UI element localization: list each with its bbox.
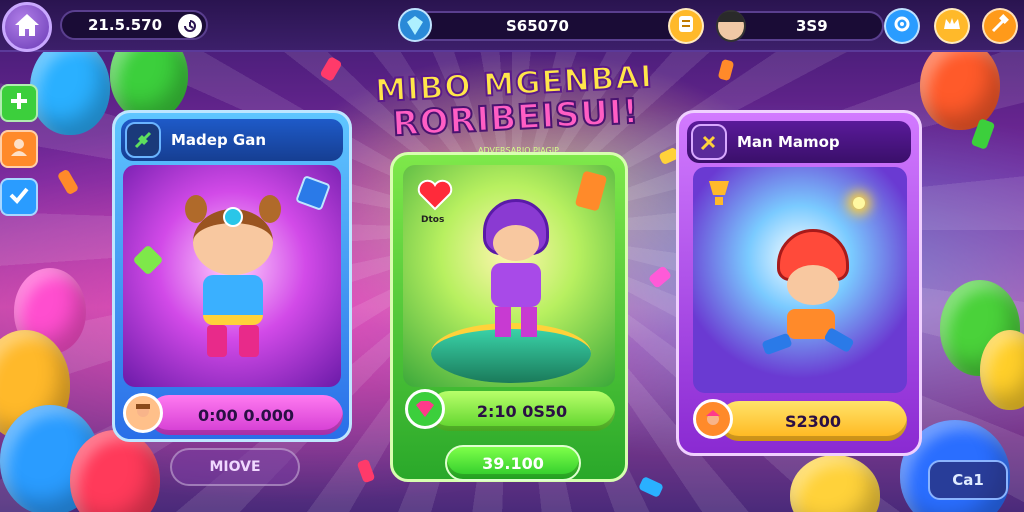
confirm-button[interactable]	[0, 178, 38, 216]
character-card-3[interactable]: Man Mamop S2300	[676, 110, 922, 456]
confetti	[717, 58, 735, 82]
crown-icon	[942, 15, 962, 37]
character-card-1[interactable]: Madep Gan 0:00 0.000	[112, 110, 352, 442]
price-value: 2:10 0S50	[476, 401, 568, 421]
player-counter: 3S9	[722, 11, 884, 41]
check-icon	[8, 185, 30, 209]
gem-icon	[574, 170, 608, 212]
confetti	[647, 265, 673, 289]
heart-icon	[132, 244, 164, 276]
balloon-decoration	[70, 430, 160, 512]
card-art	[123, 165, 341, 387]
add-button[interactable]	[0, 84, 38, 122]
confetti	[638, 476, 664, 498]
coin-button[interactable]	[668, 8, 704, 44]
character-figure	[477, 199, 557, 349]
balloon-decoration	[790, 455, 880, 512]
game-title: MIBO MGENBAI RORIBEISUI!	[368, 58, 661, 146]
avatar	[693, 399, 733, 439]
gem-icon	[295, 175, 331, 211]
confetti	[56, 168, 80, 196]
home-button[interactable]	[2, 2, 52, 52]
cancel-label: Ca1	[952, 471, 984, 489]
buy-button[interactable]: 39.100	[445, 445, 581, 481]
settings-icon	[892, 14, 912, 38]
gems-counter: S65070	[404, 11, 704, 41]
hammer-icon	[691, 124, 727, 160]
confetti	[356, 458, 376, 484]
character-card-2[interactable]: Dtos 2:10 0S50 39.100	[390, 152, 628, 482]
profile-icon	[8, 136, 30, 162]
move-label: MIOVE	[209, 459, 261, 475]
coins-value: 21.5.570	[88, 16, 163, 34]
card-art	[693, 167, 907, 393]
cancel-button[interactable]: Ca1	[928, 460, 1008, 500]
card-art: Dtos	[403, 165, 615, 387]
character-figure	[747, 229, 867, 369]
settings-button[interactable]	[884, 8, 920, 44]
coins-counter: 21.5.570	[60, 10, 208, 40]
crown-button[interactable]	[934, 8, 970, 44]
buy-label: 39.100	[482, 453, 544, 473]
gems-value: S65070	[506, 17, 569, 35]
gem-coin-icon	[405, 389, 445, 429]
badge-text: Dtos	[421, 215, 445, 225]
price-button[interactable]: 0:00 0.000	[149, 395, 343, 435]
price-value: 0:00 0.000	[198, 405, 294, 425]
avatar	[716, 10, 746, 42]
card-header: Man Mamop	[687, 121, 911, 163]
card-title: Man Mamop	[737, 133, 840, 151]
heart-icon	[417, 179, 453, 215]
player-value: 3S9	[796, 17, 828, 35]
character-figure	[185, 195, 281, 365]
plus-icon	[9, 91, 29, 115]
confetti	[319, 55, 343, 83]
avatar	[123, 393, 163, 433]
move-button[interactable]: MIOVE	[170, 448, 300, 486]
sparkle-icon	[853, 197, 865, 209]
profile-button[interactable]	[0, 130, 38, 168]
balloon-decoration	[30, 40, 110, 135]
tools-button[interactable]	[982, 8, 1018, 44]
card-title: Madep Gan	[171, 131, 267, 149]
balloon-decoration	[920, 40, 1000, 130]
coin-icon	[677, 14, 695, 38]
trophy-icon	[703, 177, 735, 213]
card-header: Madep Gan	[121, 119, 343, 161]
price-button[interactable]: S2300	[719, 401, 907, 441]
price-value: S2300	[784, 411, 842, 431]
hammer-icon	[990, 14, 1010, 38]
home-icon	[13, 12, 41, 42]
leaf-icon	[125, 122, 161, 158]
gem-icon	[398, 8, 432, 46]
timer-icon	[178, 14, 202, 38]
price-button[interactable]: 2:10 0S50	[429, 391, 615, 431]
